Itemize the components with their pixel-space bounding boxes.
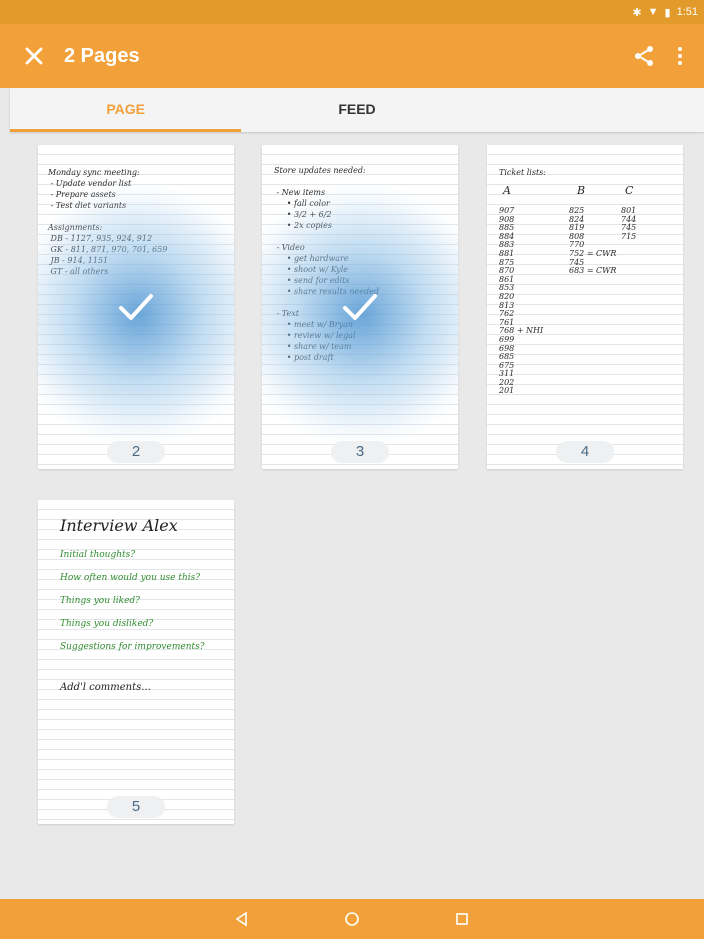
status-bar: ✱ ▼ ▮ 1:51 [0,0,704,24]
page-heading: Ticket lists: [499,168,546,177]
question-line: Suggestions for improvements? [60,642,205,652]
system-nav-bar [0,899,704,939]
question-line: Initial thoughts? [60,550,136,560]
question-line: Things you disliked? [60,619,154,629]
app-bar: 2 Pages [0,24,704,88]
home-icon[interactable] [342,909,362,929]
bluetooth-icon: ✱ [632,6,642,19]
checkmark-icon [119,294,153,320]
column-header-a: A [503,184,511,197]
page-number: 3 [331,441,389,463]
share-icon[interactable] [632,44,656,68]
tab-feed[interactable]: FEED [241,88,472,132]
recents-icon[interactable] [452,909,472,929]
back-icon[interactable] [232,909,252,929]
page-number: 4 [556,441,614,463]
page-card-5[interactable]: Interview Alex Initial thoughts? How oft… [38,500,234,824]
close-icon[interactable] [20,42,48,70]
page-card-3[interactable]: Store updates needed: - New items • fall… [262,145,458,469]
column-header-c: C [625,184,634,197]
question-line: Things you liked? [60,596,140,606]
page-card-2[interactable]: Monday sync meeting: - Update vendor lis… [38,145,234,469]
page-number: 2 [107,441,165,463]
more-vert-icon[interactable] [668,44,692,68]
wifi-icon: ▼ [647,6,659,18]
ticket-column-c: 801 744 745 715 [621,206,637,241]
tab-spacer [473,88,704,132]
question-line: How often would you use this? [60,573,201,583]
page-number: 5 [107,796,165,818]
tab-bar: PAGE FEED [10,88,704,132]
ticket-column-a: 907 908 885 884 883 881 875 870 861 853 … [499,206,544,396]
clock: 1:51 [676,6,698,18]
ticket-column-b: 825 824 819 808 770 752 = CWR 745 683 = … [569,206,617,276]
page-title: 2 Pages [64,44,140,67]
column-header-b: B [577,184,586,197]
tab-page[interactable]: PAGE [10,88,242,132]
page-heading: Interview Alex [60,516,178,535]
battery-icon: ▮ [664,6,671,19]
checkmark-icon [343,294,377,320]
question-line: Add'l comments... [60,682,151,693]
page-card-4[interactable]: Ticket lists: A B C 907 908 885 884 883 … [487,145,683,469]
